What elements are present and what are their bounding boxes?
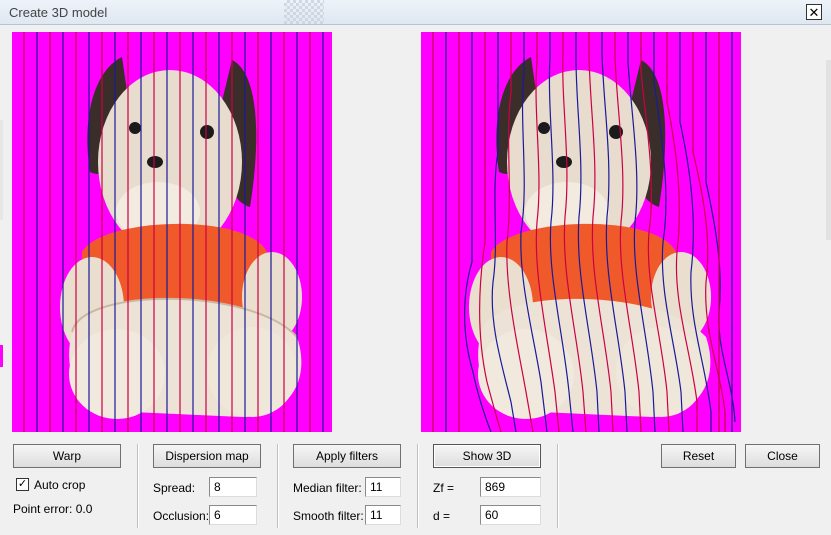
median-filter-label: Median filter: <box>293 481 362 495</box>
left-edge-magenta <box>0 345 3 367</box>
window-close-icon[interactable]: ✕ <box>806 4 822 20</box>
warp-button[interactable]: Warp <box>13 444 121 468</box>
separator-1 <box>137 444 139 528</box>
right-image-panel <box>421 32 741 432</box>
reset-button[interactable]: Reset <box>661 444 736 468</box>
spread-field[interactable]: 8 <box>209 477 257 497</box>
close-button[interactable]: Close <box>745 444 820 468</box>
d-field[interactable]: 60 <box>480 505 541 525</box>
title-bar: Create 3D model ✕ <box>0 0 831 25</box>
auto-crop-label[interactable]: Auto crop <box>34 478 85 492</box>
title-bar-pattern <box>284 0 324 24</box>
auto-crop-checkbox[interactable]: ✓ <box>16 478 29 491</box>
smooth-filter-field[interactable]: 11 <box>365 505 401 525</box>
median-filter-field[interactable]: 11 <box>365 477 401 497</box>
left-image-panel <box>12 32 332 432</box>
separator-2 <box>277 444 279 528</box>
right-edge-fragment <box>826 60 831 240</box>
left-edge-fragment <box>0 120 3 220</box>
show-3d-button[interactable]: Show 3D <box>433 444 541 468</box>
smooth-filter-label: Smooth filter: <box>293 509 364 523</box>
occlusion-label: Occlusion: <box>153 509 210 523</box>
separator-4 <box>557 444 559 528</box>
left-toy-image <box>23 32 324 432</box>
apply-filters-button[interactable]: Apply filters <box>293 444 401 468</box>
dispersion-map-button[interactable]: Dispersion map <box>153 444 261 468</box>
window-title: Create 3D model <box>9 5 108 20</box>
zf-label: Zf = <box>433 481 455 495</box>
spread-label: Spread: <box>153 481 196 495</box>
zf-field[interactable]: 869 <box>480 477 541 497</box>
point-error-label: Point error: 0.0 <box>13 502 93 516</box>
right-toy-image <box>432 32 736 432</box>
separator-3 <box>417 444 419 528</box>
occlusion-field[interactable]: 6 <box>209 505 257 525</box>
d-label: d = <box>433 509 451 523</box>
